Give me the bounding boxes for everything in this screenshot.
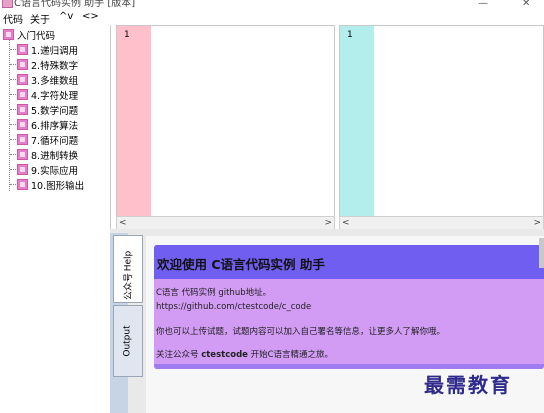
tree-branch: [10, 169, 16, 170]
tree-branch: [10, 94, 16, 95]
line-number: 1: [347, 30, 353, 40]
tree-item-label: 3.多维数组: [31, 75, 79, 87]
file-icon: [17, 89, 28, 100]
tree-item[interactable]: 4.字符处理: [17, 87, 78, 102]
welcome-header: 欢迎使用 C语言代码实例 助手: [154, 245, 544, 279]
file-icon: [17, 104, 28, 115]
tree-root-label: 入门代码: [17, 30, 56, 42]
file-icon: [17, 164, 28, 175]
scroll-left-icon[interactable]: <: [119, 217, 127, 229]
file-icon: [17, 59, 28, 70]
menu-bar: 代码 关于 ^v <>: [0, 9, 544, 26]
tree-item[interactable]: 6.排序算法: [17, 117, 78, 132]
github-link[interactable]: https://github.com/ctestcode/c_code: [156, 302, 311, 312]
horizontal-scrollbar-right[interactable]: < >: [339, 216, 544, 230]
file-icon: [17, 119, 28, 130]
file-icon: [17, 134, 28, 145]
follow-prefix: 关注公众号: [156, 350, 202, 360]
tree-item-label: 7.循环问题: [31, 135, 79, 147]
tree-branch: [10, 184, 16, 185]
app-icon: [2, 0, 13, 8]
tree-branch: [10, 64, 16, 65]
folder-icon: [3, 29, 14, 40]
tree-item-label: 2.特殊数字: [31, 60, 79, 72]
window-title: C语言代码实例 助手 [版本]: [14, 0, 136, 9]
wechat-account: ctestcode: [201, 350, 248, 360]
menu-code[interactable]: 代码: [3, 11, 23, 26]
tree-item-label: 1.递归调用: [31, 45, 79, 57]
tree-item-label: 10.图形输出: [31, 180, 85, 192]
close-icon[interactable]: ✕: [522, 0, 530, 9]
watermark: 最需教育: [424, 373, 512, 397]
follow-suffix: 开始C语言精通之旅。: [247, 350, 334, 360]
vertical-scrollbar[interactable]: [539, 238, 544, 268]
tab-output[interactable]: Output: [113, 305, 143, 377]
welcome-card: 欢迎使用 C语言代码实例 助手 C语言 代码实例 github地址。 https…: [154, 245, 544, 369]
horizontal-scrollbar-left[interactable]: < >: [116, 216, 335, 230]
code-tree: 入门代码 1.递归调用 2.特殊数字 3.多维数组 4.字符处理 5.数学问题 …: [0, 25, 111, 413]
file-icon: [17, 44, 28, 55]
tab-output-label: Output: [123, 325, 134, 357]
menu-toggle-vertical[interactable]: ^v: [59, 11, 73, 22]
tab-help-label: Help: [123, 250, 133, 272]
tree-item[interactable]: 3.多维数组: [17, 72, 78, 87]
file-icon: [17, 179, 28, 190]
github-intro: C语言 代码实例 github地址。: [156, 288, 272, 298]
line-number-gutter: 1: [117, 26, 151, 217]
tree-item-label: 8.进制转换: [31, 150, 79, 162]
tree-item-label: 5.数学问题: [31, 105, 79, 117]
tab-wechat-label: 公众号: [124, 272, 135, 301]
scroll-right-icon[interactable]: >: [533, 217, 541, 229]
tree-branch: [10, 109, 16, 110]
line-number-gutter: 1: [340, 26, 374, 217]
tree-item[interactable]: 2.特殊数字: [17, 57, 78, 72]
tree-item-label: 6.排序算法: [31, 120, 79, 132]
tree-item[interactable]: 9.实际应用: [17, 162, 78, 177]
line-number: 1: [124, 30, 130, 40]
tree-branch: [10, 124, 16, 125]
tree-branch: [10, 154, 16, 155]
file-icon: [17, 149, 28, 160]
tree-branch: [10, 79, 16, 80]
menu-toggle-horizontal[interactable]: <>: [82, 11, 99, 22]
upload-hint: 你也可以上传试题，试题内容可以加入自己署名等信息，让更多人了解你哦。: [156, 327, 446, 337]
tree-item-label: 4.字符处理: [31, 90, 79, 102]
tree-branch: [10, 49, 16, 50]
scroll-right-icon[interactable]: >: [324, 217, 332, 229]
scroll-left-icon[interactable]: <: [342, 217, 350, 229]
tree-root[interactable]: 入门代码: [3, 27, 55, 42]
welcome-title: 欢迎使用 C语言代码实例 助手: [157, 257, 325, 272]
minimize-icon[interactable]: —: [478, 0, 488, 9]
tree-item[interactable]: 10.图形输出: [17, 177, 84, 192]
code-editor-left[interactable]: 1: [116, 25, 335, 218]
tree-item[interactable]: 1.递归调用: [17, 42, 78, 57]
tab-help[interactable]: Help 公众号: [113, 235, 143, 303]
tree-branch: [10, 139, 16, 140]
follow-hint: 关注公众号 ctestcode 开始C语言精通之旅。: [156, 348, 333, 360]
file-icon: [17, 74, 28, 85]
tree-item-label: 9.实际应用: [31, 165, 79, 177]
code-editor-right[interactable]: 1: [339, 25, 544, 218]
tree-item[interactable]: 5.数学问题: [17, 102, 78, 117]
title-bar: C语言代码实例 助手 [版本] — ✕: [0, 0, 544, 9]
tree-item[interactable]: 8.进制转换: [17, 147, 78, 162]
menu-about[interactable]: 关于: [30, 11, 50, 26]
tree-item[interactable]: 7.循环问题: [17, 132, 78, 147]
